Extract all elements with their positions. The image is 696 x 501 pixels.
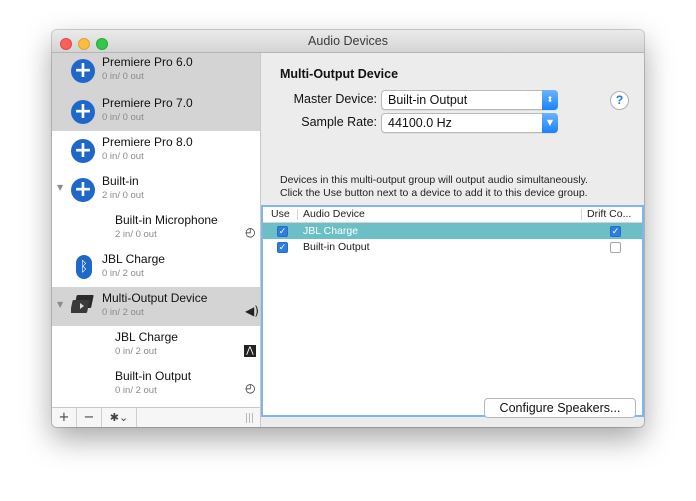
- window-title: Audio Devices: [308, 34, 388, 48]
- minimize-window-button[interactable]: [78, 38, 90, 50]
- device-item-jbl-charge-sub[interactable]: JBL Charge 0 in/ 2 out ⋀: [52, 326, 260, 365]
- updown-arrows-icon: ⬍: [542, 90, 558, 110]
- device-name: Premiere Pro 8.0: [102, 135, 193, 149]
- master-device-select[interactable]: Built-in Output ⬍: [381, 90, 558, 110]
- audio-devices-window: Audio Devices + Premiere Pro 6.0 0 in/ 0…: [52, 30, 644, 427]
- configure-speakers-button[interactable]: Configure Speakers...: [484, 398, 636, 418]
- use-checkbox[interactable]: ✓: [277, 226, 288, 237]
- device-cell: JBL Charge: [303, 225, 359, 237]
- sample-rate-label: Sample Rate:: [301, 115, 377, 129]
- master-device-label: Master Device:: [293, 92, 377, 106]
- device-io: 0 in/ 2 out: [102, 268, 144, 279]
- device-io: 0 in/ 2 out: [115, 346, 157, 357]
- info-text-line-2: Click the Use button next to a device to…: [280, 187, 588, 199]
- title-bar: Audio Devices: [52, 30, 644, 53]
- device-io: 0 in/ 2 out: [102, 307, 144, 318]
- aggregate-plus-icon: +: [71, 178, 95, 202]
- info-text-line-1: Devices in this multi-output group will …: [280, 174, 588, 186]
- device-io: 0 in/ 2 out: [115, 385, 157, 396]
- add-device-button[interactable]: +: [52, 408, 77, 427]
- device-item-premiere-pro-6[interactable]: + Premiere Pro 6.0 0 in/ 0 out: [52, 53, 260, 92]
- device-name: JBL Charge: [102, 252, 165, 266]
- device-io: 0 in/ 0 out: [102, 112, 144, 123]
- device-name: Built-in Microphone: [115, 213, 218, 227]
- aggregate-plus-icon: +: [71, 59, 95, 83]
- device-name: Built-in Output: [115, 369, 192, 383]
- device-group-table[interactable]: Use Audio Device Drift Co... ✓ JBL Charg…: [261, 205, 644, 417]
- disclosure-triangle-icon[interactable]: ▼: [57, 183, 63, 192]
- clock-icon: ◴: [245, 225, 256, 239]
- zoom-window-button[interactable]: [96, 38, 108, 50]
- master-device-value: Built-in Output: [388, 93, 468, 107]
- column-divider: [297, 209, 298, 220]
- device-item-premiere-pro-8[interactable]: + Premiere Pro 8.0 0 in/ 0 out: [52, 131, 260, 170]
- device-name: Premiere Pro 6.0: [102, 55, 193, 69]
- device-item-multi-output[interactable]: ▼ Multi-Output Device 0 in/ 2 out ◀): [52, 287, 260, 326]
- device-item-built-in[interactable]: ▼ + Built-in 2 in/ 0 out: [52, 170, 260, 209]
- device-io: 0 in/ 0 out: [102, 71, 144, 82]
- disclosure-triangle-icon[interactable]: ▼: [57, 300, 63, 309]
- help-button[interactable]: ?: [610, 91, 629, 110]
- gear-menu-button[interactable]: ✱⌄: [102, 408, 137, 427]
- close-window-button[interactable]: [60, 38, 72, 50]
- device-item-premiere-pro-7[interactable]: + Premiere Pro 7.0 0 in/ 0 out: [52, 92, 260, 131]
- device-io: 2 in/ 0 out: [115, 229, 157, 240]
- device-heading: Multi-Output Device: [280, 67, 399, 81]
- sidebar-toolbar: + − ✱⌄: [52, 407, 261, 427]
- device-item-built-in-microphone[interactable]: Built-in Microphone 2 in/ 0 out ◴: [52, 209, 260, 248]
- table-row[interactable]: ✓ JBL Charge ✓: [263, 223, 642, 239]
- drift-correction-checkbox[interactable]: ✓: [610, 242, 621, 253]
- drift-correction-checkbox[interactable]: ✓: [610, 226, 621, 237]
- multi-output-icon: [71, 295, 94, 313]
- aggregate-plus-icon: +: [71, 139, 95, 163]
- resize-grip-icon[interactable]: [246, 413, 254, 423]
- column-header-audio-device[interactable]: Audio Device: [303, 208, 365, 220]
- column-header-use[interactable]: Use: [271, 208, 290, 220]
- table-row[interactable]: ✓ Built-in Output ✓: [263, 239, 642, 255]
- table-header: Use Audio Device Drift Co...: [263, 207, 642, 223]
- bluetooth-icon: ᛒ: [76, 255, 92, 279]
- speaker-output-icon: ◀): [245, 304, 259, 318]
- device-detail-panel: Multi-Output Device Master Device: Built…: [261, 53, 644, 427]
- sample-rate-select[interactable]: 44100.0 Hz ▼: [381, 113, 558, 133]
- remove-device-button[interactable]: −: [77, 408, 102, 427]
- use-checkbox[interactable]: ✓: [277, 242, 288, 253]
- device-name: Premiere Pro 7.0: [102, 96, 193, 110]
- device-name: Built-in: [102, 174, 139, 188]
- waveform-icon: ⋀: [244, 345, 256, 357]
- sample-rate-value: 44100.0 Hz: [388, 116, 452, 130]
- device-name: JBL Charge: [115, 330, 178, 344]
- device-io: 2 in/ 0 out: [102, 190, 144, 201]
- device-list[interactable]: + Premiere Pro 6.0 0 in/ 0 out + Premier…: [52, 53, 261, 407]
- column-divider: [581, 209, 582, 220]
- device-item-built-in-output-sub[interactable]: Built-in Output 0 in/ 2 out ◴: [52, 365, 260, 404]
- aggregate-plus-icon: +: [71, 100, 95, 124]
- clock-icon: ◴: [245, 381, 256, 395]
- device-name: Multi-Output Device: [102, 291, 208, 305]
- column-header-drift-correction[interactable]: Drift Co...: [587, 208, 631, 220]
- device-item-jbl-charge[interactable]: ᛒ JBL Charge 0 in/ 2 out: [52, 248, 260, 287]
- chevron-down-icon: ▼: [542, 113, 558, 133]
- device-io: 0 in/ 0 out: [102, 151, 144, 162]
- device-cell: Built-in Output: [303, 241, 370, 253]
